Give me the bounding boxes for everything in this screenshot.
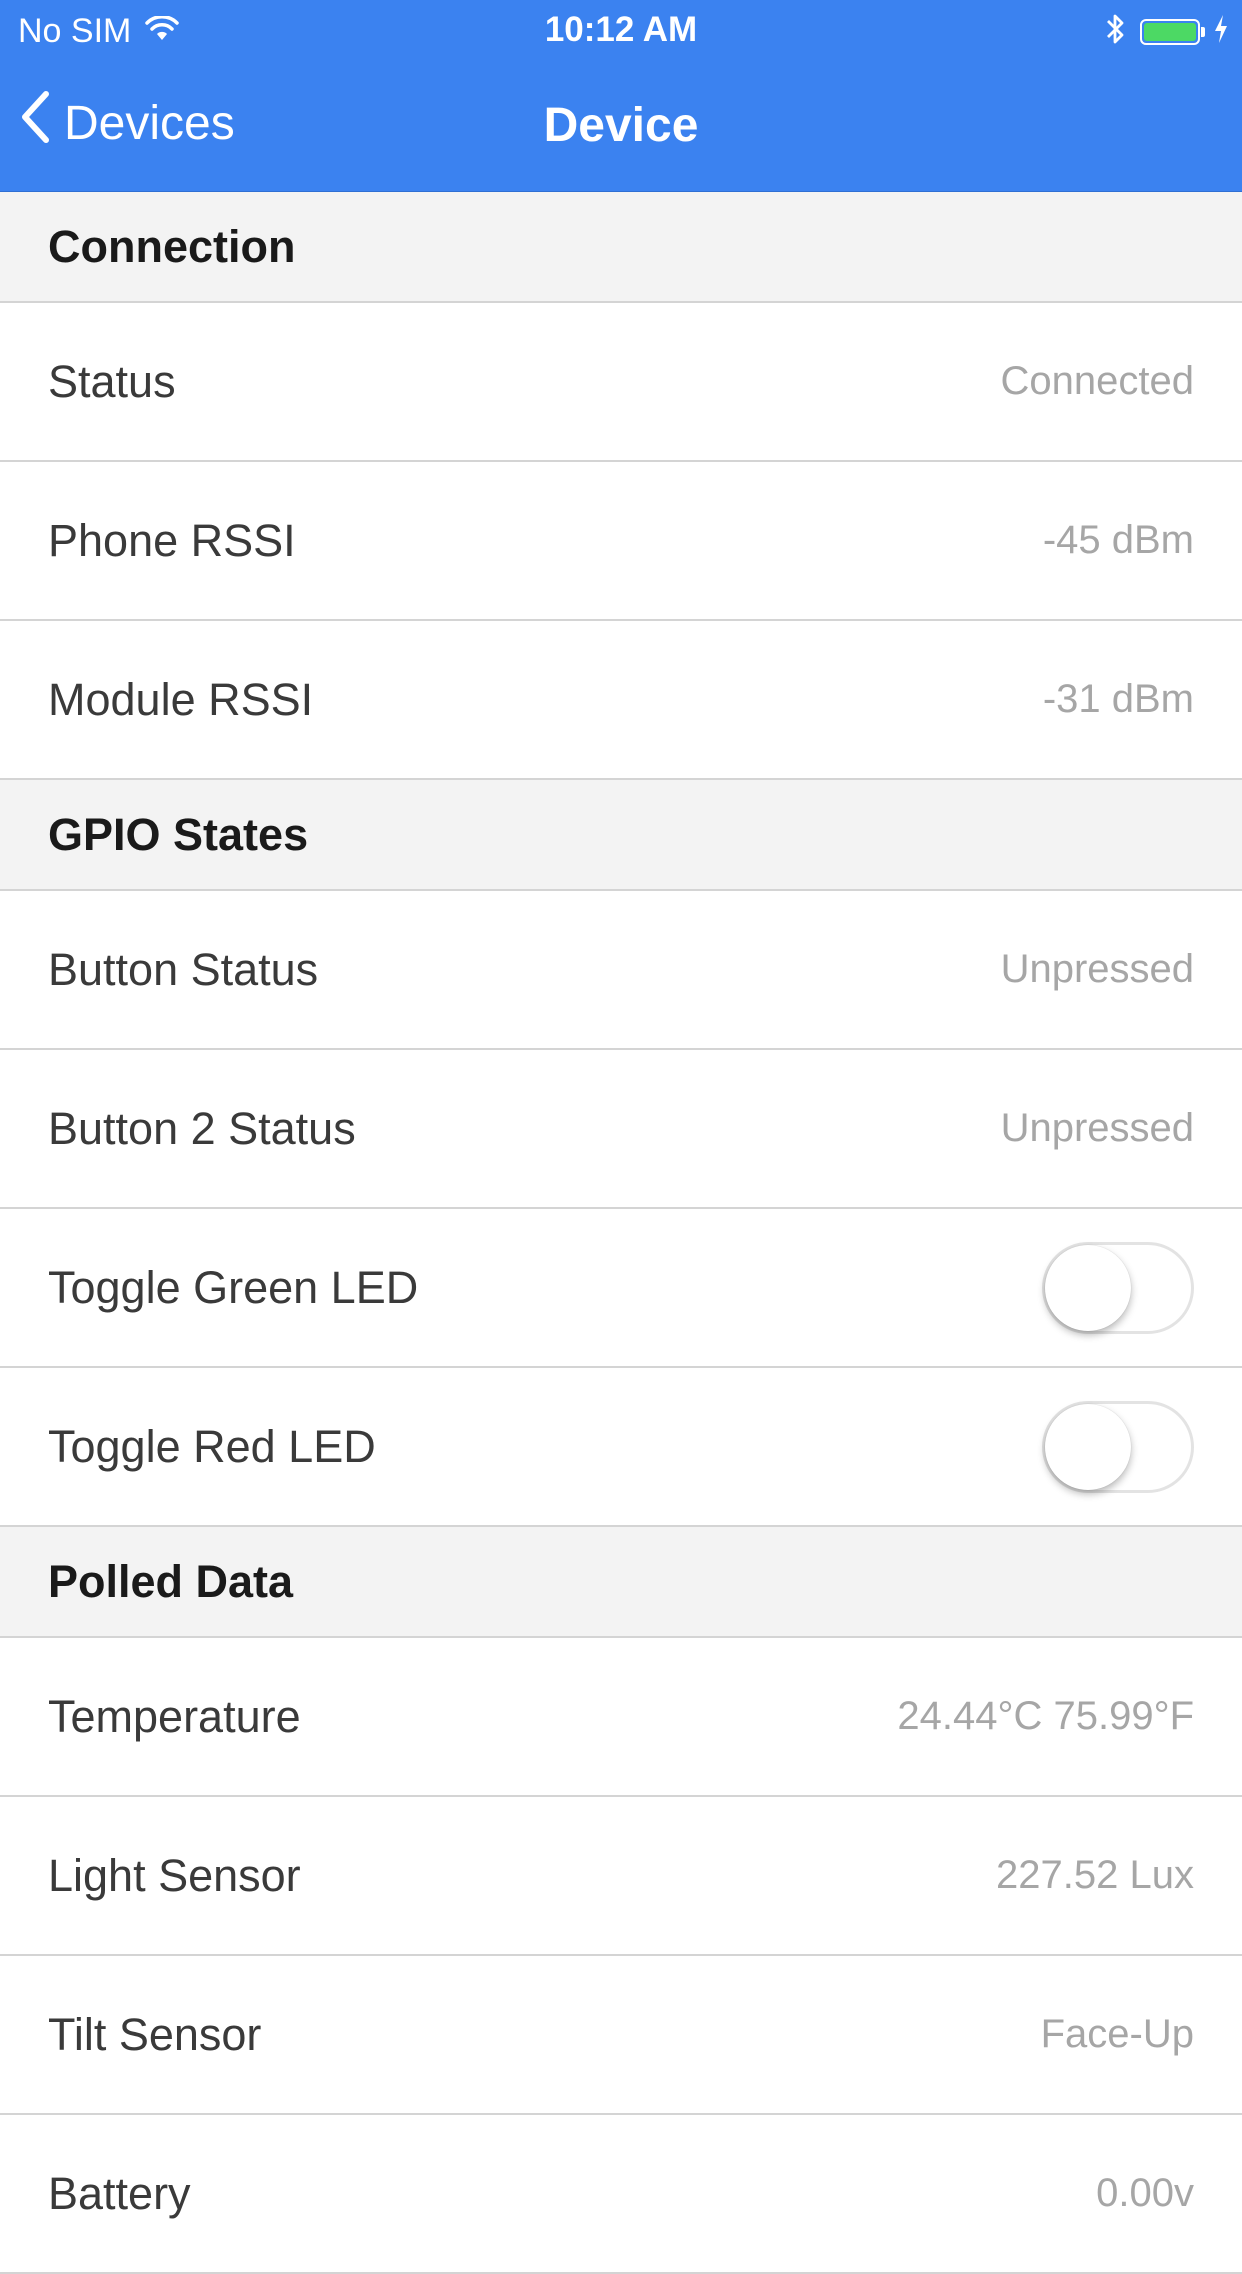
row-label: Phone RSSI xyxy=(48,514,296,566)
row-toggle-green-led: Toggle Green LED xyxy=(0,1209,1242,1368)
row-module-rssi: Module RSSI -31 dBm xyxy=(0,621,1242,780)
row-value: -45 dBm xyxy=(1042,518,1194,562)
row-value: 227.52 Lux xyxy=(996,1853,1194,1897)
row-light-sensor: Light Sensor 227.52 Lux xyxy=(0,1797,1242,1956)
toggle-knob xyxy=(1045,1403,1131,1490)
row-label: Tilt Sensor xyxy=(48,2008,262,2060)
top-bar: No SIM 10:12 AM Devices Device xyxy=(0,0,1242,192)
row-value: Face-Up xyxy=(1040,2012,1194,2056)
device-table: Connection Status Connected Phone RSSI -… xyxy=(0,192,1242,2274)
section-header-connection: Connection xyxy=(0,192,1242,303)
section-title: GPIO States xyxy=(48,808,309,860)
row-value: 24.44°C 75.99°F xyxy=(897,1694,1194,1738)
battery-tip xyxy=(1201,26,1205,37)
row-label: Light Sensor xyxy=(48,1849,301,1901)
section-header-polled-data: Polled Data xyxy=(0,1527,1242,1638)
row-label: Toggle Green LED xyxy=(48,1261,419,1313)
row-value: Connected xyxy=(1000,359,1194,403)
battery-level xyxy=(1144,22,1196,41)
toggle-knob xyxy=(1045,1244,1131,1331)
row-label: Toggle Red LED xyxy=(48,1420,376,1472)
page-title: Device xyxy=(543,99,699,152)
status-bar: No SIM 10:12 AM xyxy=(0,0,1242,60)
status-right-group xyxy=(1106,12,1228,51)
red-led-toggle[interactable] xyxy=(1042,1400,1194,1493)
row-tilt-sensor: Tilt Sensor Face-Up xyxy=(0,1956,1242,2115)
row-battery: Battery 0.00v xyxy=(0,2115,1242,2274)
section-header-gpio: GPIO States xyxy=(0,780,1242,891)
row-label: Status xyxy=(48,355,176,407)
row-button-2-status: Button 2 Status Unpressed xyxy=(0,1050,1242,1209)
row-toggle-red-led: Toggle Red LED xyxy=(0,1368,1242,1527)
section-title: Connection xyxy=(48,220,296,272)
row-value: Unpressed xyxy=(1000,1106,1194,1150)
row-label: Battery xyxy=(48,2167,191,2219)
battery-icon xyxy=(1140,18,1205,45)
row-button-status: Button Status Unpressed xyxy=(0,891,1242,1050)
green-led-toggle[interactable] xyxy=(1042,1241,1194,1334)
status-time: 10:12 AM xyxy=(544,10,698,49)
row-phone-rssi: Phone RSSI -45 dBm xyxy=(0,462,1242,621)
bolt-icon xyxy=(1214,15,1228,48)
row-label: Button Status xyxy=(48,943,319,995)
row-value: Unpressed xyxy=(1000,947,1194,991)
row-label: Module RSSI xyxy=(48,673,314,725)
row-value: 0.00v xyxy=(1096,2171,1194,2215)
row-label: Button 2 Status xyxy=(48,1102,356,1154)
section-title: Polled Data xyxy=(48,1555,294,1607)
bluetooth-icon xyxy=(1106,12,1126,51)
navigation-bar: Devices Device xyxy=(0,60,1242,191)
row-value: -31 dBm xyxy=(1042,677,1194,721)
row-label: Temperature xyxy=(48,1690,301,1742)
row-status: Status Connected xyxy=(0,303,1242,462)
row-temperature: Temperature 24.44°C 75.99°F xyxy=(0,1638,1242,1797)
